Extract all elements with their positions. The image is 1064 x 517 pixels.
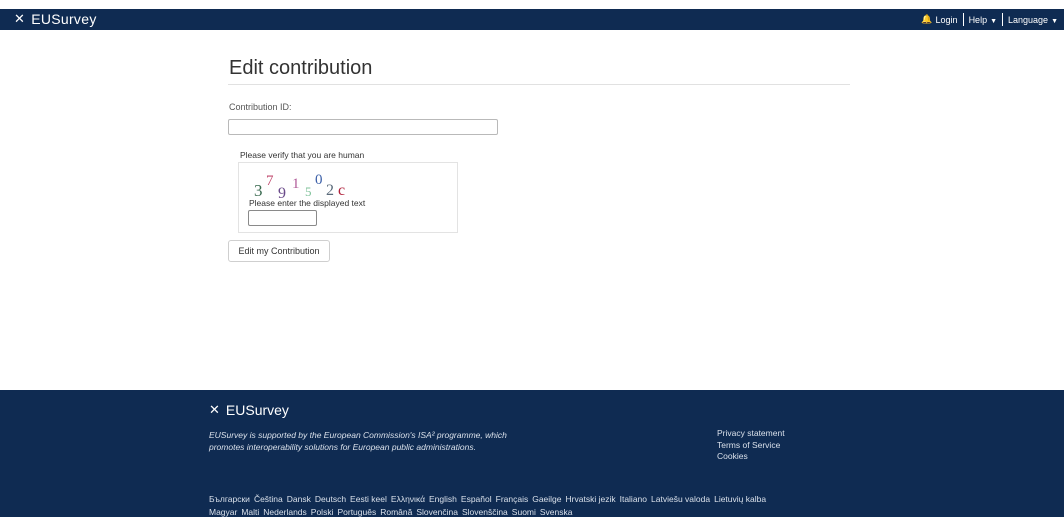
captcha-char: 1 — [292, 176, 300, 192]
language-link[interactable]: Suomi — [512, 507, 536, 517]
language-link[interactable]: Svenska — [540, 507, 573, 517]
language-link[interactable]: Български — [209, 494, 250, 504]
captcha-char: 5 — [305, 184, 312, 198]
bell-icon: 🔔 — [921, 14, 933, 24]
language-link[interactable]: Eesti keel — [350, 494, 387, 504]
language-link[interactable]: Polski — [311, 507, 334, 517]
captcha-title: Please verify that you are human — [240, 150, 365, 160]
language-link[interactable]: Português — [337, 507, 376, 517]
footer-links: Privacy statement Terms of Service Cooki… — [717, 428, 785, 463]
language-link[interactable]: Ελληνικά — [391, 494, 425, 504]
language-link[interactable]: Español — [461, 494, 492, 504]
language-link[interactable]: Čeština — [254, 494, 283, 504]
top-navbar: ✕ EUSurvey 🔔 Login Help ▼ Language ▼ — [0, 9, 1064, 30]
language-link[interactable]: English — [429, 494, 457, 504]
captcha-char: 7 — [266, 173, 274, 189]
captcha-input[interactable] — [248, 210, 317, 226]
eu-logo-icon: ✕ — [209, 402, 220, 417]
caret-down-icon: ▼ — [990, 17, 998, 25]
language-link[interactable]: Magyar — [209, 507, 237, 517]
eu-logo-icon: ✕ — [14, 11, 26, 26]
captcha-char: 3 — [254, 181, 263, 198]
language-link[interactable]: Italiano — [620, 494, 647, 504]
language-link[interactable]: Nederlands — [263, 507, 306, 517]
captcha-char: 0 — [315, 172, 323, 188]
footer-description: EUSurvey is supported by the European Co… — [209, 430, 507, 452]
language-menu[interactable]: Language ▼ — [1008, 15, 1058, 25]
edit-contribution-button[interactable]: Edit my Contribution — [228, 240, 330, 262]
language-label: Language — [1008, 14, 1049, 25]
captcha-char: c — [338, 182, 345, 198]
language-links-row-2: Magyar Malti Nederlands Polski Português Româ… — [209, 507, 577, 517]
title-divider — [228, 84, 850, 85]
captcha-image: 3 7 9 1 5 0 2 c — [254, 172, 345, 198]
help-menu[interactable]: Help ▼ — [969, 15, 997, 25]
language-link[interactable]: Slovenčina — [416, 507, 458, 517]
captcha-char: 2 — [326, 182, 334, 198]
language-link[interactable]: Dansk — [287, 494, 311, 504]
language-links-row-1: Български Čeština Dansk Deutsch Eesti keel Ελ… — [209, 494, 770, 504]
page-title: Edit contribution — [229, 57, 373, 79]
language-link[interactable]: Deutsch — [315, 494, 346, 504]
footer-brand-name: EUSurvey — [225, 402, 289, 418]
language-link[interactable]: Français — [496, 494, 529, 504]
brand-name: EUSurvey — [31, 11, 97, 27]
captcha-char: 9 — [278, 185, 286, 198]
privacy-statement-link[interactable]: Privacy statement — [717, 428, 785, 440]
language-link[interactable]: Gaeilge — [532, 494, 561, 504]
language-link[interactable]: Malti — [241, 507, 259, 517]
footer: ✕ EUSurvey EUSurvey is supported by the … — [0, 390, 1064, 517]
language-link[interactable]: Română — [380, 507, 412, 517]
login-link[interactable]: Login — [936, 15, 958, 25]
nav-divider — [962, 13, 964, 26]
language-link[interactable]: Latviešu valoda — [651, 494, 710, 504]
terms-of-service-link[interactable]: Terms of Service — [717, 440, 785, 452]
contribution-id-label: Contribution ID: — [229, 102, 292, 112]
captcha-instructions: Please enter the displayed text — [249, 198, 366, 208]
nav-divider — [1002, 13, 1004, 26]
brand-logo[interactable]: ✕ EUSurvey — [14, 11, 97, 27]
captcha-box: 3 7 9 1 5 0 2 c Please enter the display… — [238, 162, 458, 233]
language-link[interactable]: Hrvatski jezik — [566, 494, 616, 504]
cookies-link[interactable]: Cookies — [717, 451, 785, 463]
footer-brand[interactable]: ✕ EUSurvey — [209, 402, 289, 418]
language-link[interactable]: Slovenščina — [462, 507, 508, 517]
help-label: Help — [968, 14, 988, 25]
contribution-id-input[interactable] — [228, 119, 498, 135]
language-link[interactable]: Lietuvių kalba — [714, 494, 766, 504]
caret-down-icon: ▼ — [1051, 17, 1058, 25]
top-nav-links: 🔔 Login Help ▼ Language ▼ — [921, 13, 1058, 26]
